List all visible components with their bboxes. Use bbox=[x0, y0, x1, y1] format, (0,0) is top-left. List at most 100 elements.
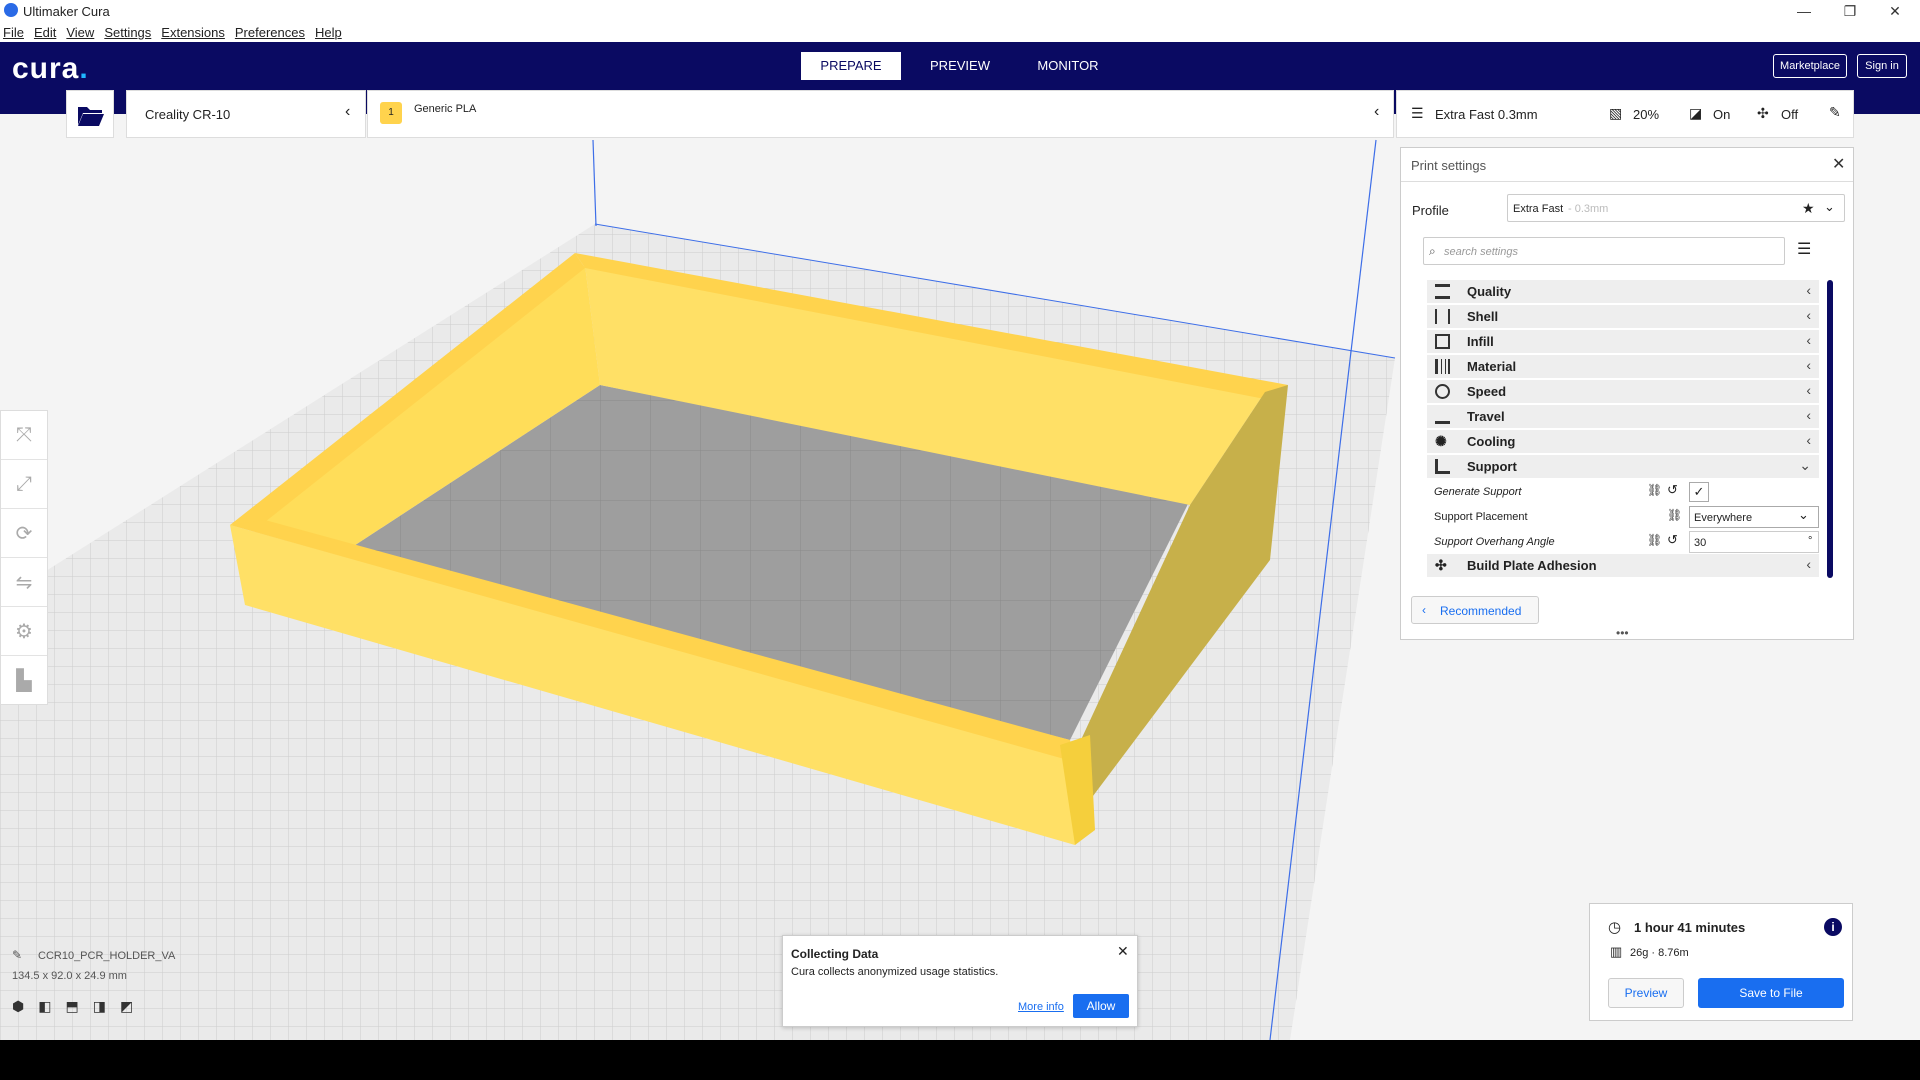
category-material[interactable]: Material ‹ bbox=[1427, 355, 1819, 378]
category-label: Shell bbox=[1467, 309, 1499, 324]
category-label: Quality bbox=[1467, 284, 1512, 299]
save-to-file-button[interactable]: Save to File bbox=[1698, 978, 1844, 1008]
view-right-icon[interactable]: ◩ bbox=[120, 998, 133, 1015]
profile-icon: ☰ bbox=[1411, 105, 1424, 121]
setting-generate-support: Generate Support ⛓ ↺ ✓ bbox=[1427, 480, 1819, 504]
cooling-icon: ✺ bbox=[1435, 433, 1447, 449]
taskbar-area bbox=[0, 1040, 1920, 1080]
view-3d-icon[interactable]: ⬢ bbox=[12, 998, 24, 1015]
marketplace-button[interactable]: Marketplace bbox=[1773, 54, 1847, 78]
menu-help[interactable]: Help bbox=[315, 25, 342, 40]
category-cooling[interactable]: ✺ Cooling ‹ bbox=[1427, 430, 1819, 453]
print-settings-header: Print settings ✕ bbox=[1401, 148, 1853, 182]
view-top-icon[interactable]: ⬒ bbox=[65, 998, 78, 1015]
profile-dropdown[interactable]: Extra Fast - 0.3mm ★ ⌄ bbox=[1507, 194, 1845, 222]
pencil-icon[interactable]: ✎ bbox=[12, 948, 22, 962]
extruder-badge-icon: 1 bbox=[380, 102, 402, 124]
material-icon bbox=[1435, 359, 1450, 374]
per-model-settings-tool[interactable]: ⚙ bbox=[1, 607, 47, 656]
clock-icon: ◷ bbox=[1608, 919, 1622, 936]
generate-support-checkbox[interactable]: ✓ bbox=[1689, 482, 1709, 502]
preview-button[interactable]: Preview bbox=[1608, 978, 1684, 1008]
menu-view[interactable]: View bbox=[66, 25, 94, 40]
support-placement-dropdown[interactable]: Everywhere ⌄ bbox=[1689, 506, 1819, 528]
per-model-settings-icon: ⚙ bbox=[15, 620, 33, 643]
sign-in-button[interactable]: Sign in bbox=[1857, 54, 1907, 78]
chevron-left-icon: ‹ bbox=[1806, 382, 1811, 398]
pencil-icon[interactable]: ✎ bbox=[1829, 104, 1841, 121]
chevron-down-icon: ⌄ bbox=[1824, 199, 1835, 214]
info-icon[interactable]: i bbox=[1824, 918, 1842, 936]
setting-label: Support Placement bbox=[1434, 511, 1528, 523]
printer-selector[interactable]: Creality CR-10 ‹ bbox=[126, 90, 366, 138]
close-icon[interactable]: ✕ bbox=[1832, 154, 1845, 174]
resize-handle-icon[interactable]: ••• bbox=[1616, 626, 1629, 640]
profile-label: Profile bbox=[1412, 203, 1449, 218]
recommended-button[interactable]: ‹ Recommended bbox=[1411, 596, 1539, 624]
overhang-angle-value: 30 bbox=[1694, 537, 1707, 549]
settings-scrollbar[interactable] bbox=[1827, 280, 1833, 578]
logo-text: cura bbox=[12, 52, 80, 85]
view-front-icon[interactable]: ◧ bbox=[38, 998, 51, 1015]
mirror-tool[interactable]: ⇋ bbox=[1, 558, 47, 607]
chevron-left-icon: ‹ bbox=[1806, 307, 1811, 323]
window-titlebar: Ultimaker Cura — ❐ ✕ bbox=[0, 0, 1920, 22]
travel-icon bbox=[1435, 409, 1450, 424]
category-infill[interactable]: Infill ‹ bbox=[1427, 330, 1819, 353]
profile-name: Extra Fast bbox=[1513, 203, 1564, 215]
collecting-data-title: Collecting Data bbox=[791, 947, 879, 961]
search-icon: ⌕ bbox=[1429, 244, 1436, 258]
close-icon[interactable]: ✕ bbox=[1117, 943, 1129, 960]
menu-file[interactable]: File bbox=[3, 25, 24, 40]
category-speed[interactable]: Speed ‹ bbox=[1427, 380, 1819, 403]
rotate-icon: ⟳ bbox=[15, 522, 33, 545]
category-shell[interactable]: Shell ‹ bbox=[1427, 305, 1819, 328]
menu-preferences[interactable]: Preferences bbox=[235, 25, 305, 40]
chevron-down-icon: ⌄ bbox=[1799, 457, 1811, 473]
setting-support-overhang-angle: Support Overhang Angle ⛓ ↺ 30 ° bbox=[1427, 530, 1819, 554]
view-left-icon[interactable]: ◨ bbox=[93, 998, 106, 1015]
infill-summary: 20% bbox=[1633, 107, 1660, 122]
close-window-button[interactable]: ✕ bbox=[1875, 0, 1915, 22]
menu-extensions[interactable]: Extensions bbox=[161, 25, 225, 40]
tab-prepare[interactable]: PREPARE bbox=[801, 52, 901, 80]
category-quality[interactable]: Quality ‹ bbox=[1427, 280, 1819, 303]
adhesion-icon: ✣ bbox=[1435, 557, 1447, 573]
tab-monitor[interactable]: MONITOR bbox=[1018, 52, 1118, 80]
extruder-number: 1 bbox=[388, 107, 394, 118]
print-settings-bar[interactable]: ☰ Extra Fast 0.3mm ▧ 20% ◪ On ✣ Off ✎ bbox=[1396, 90, 1854, 138]
view-buttons: ⬢ ◧ ⬒ ◨ ◩ bbox=[12, 998, 133, 1015]
speed-icon bbox=[1435, 384, 1450, 399]
star-icon: ★ bbox=[1802, 200, 1815, 216]
menu-edit[interactable]: Edit bbox=[34, 25, 56, 40]
menu-settings[interactable]: Settings bbox=[104, 25, 151, 40]
link-icon: ⛓ bbox=[1647, 533, 1663, 547]
material-usage: 26g · 8.76m bbox=[1630, 947, 1689, 959]
reset-icon[interactable]: ↺ bbox=[1667, 482, 1678, 498]
restore-button[interactable]: ❐ bbox=[1830, 0, 1870, 22]
menu-bar: File Edit View Settings Extensions Prefe… bbox=[0, 22, 1920, 42]
quality-icon bbox=[1435, 284, 1450, 299]
print-settings-title: Print settings bbox=[1411, 158, 1487, 173]
category-label: Build Plate Adhesion bbox=[1467, 558, 1597, 573]
reset-icon[interactable]: ↺ bbox=[1667, 532, 1678, 548]
recommended-label: Recommended bbox=[1440, 604, 1522, 618]
support-blocker-tool[interactable]: ▙ bbox=[1, 656, 47, 705]
open-file-button[interactable] bbox=[66, 90, 114, 138]
scale-tool[interactable]: ⤢ bbox=[1, 460, 47, 509]
move-tool[interactable]: ⤧ bbox=[1, 411, 47, 460]
material-selector[interactable]: 1 Generic PLA ‹ bbox=[367, 90, 1394, 138]
rotate-tool[interactable]: ⟳ bbox=[1, 509, 47, 558]
scale-icon: ⤢ bbox=[16, 472, 32, 495]
search-settings-field[interactable]: ⌕ search settings bbox=[1423, 237, 1785, 265]
category-build-plate-adhesion[interactable]: ✣ Build Plate Adhesion ‹ bbox=[1427, 554, 1819, 577]
overhang-angle-input[interactable]: 30 ° bbox=[1689, 531, 1819, 553]
settings-menu-icon[interactable]: ☰ bbox=[1797, 239, 1811, 259]
category-support[interactable]: Support ⌄ bbox=[1427, 455, 1819, 478]
tab-preview[interactable]: PREVIEW bbox=[910, 52, 1010, 80]
minimize-button[interactable]: — bbox=[1784, 0, 1824, 22]
category-travel[interactable]: Travel ‹ bbox=[1427, 405, 1819, 428]
allow-button[interactable]: Allow bbox=[1073, 994, 1129, 1018]
support-icon bbox=[1435, 459, 1450, 474]
more-info-link[interactable]: More info bbox=[1018, 1001, 1064, 1013]
